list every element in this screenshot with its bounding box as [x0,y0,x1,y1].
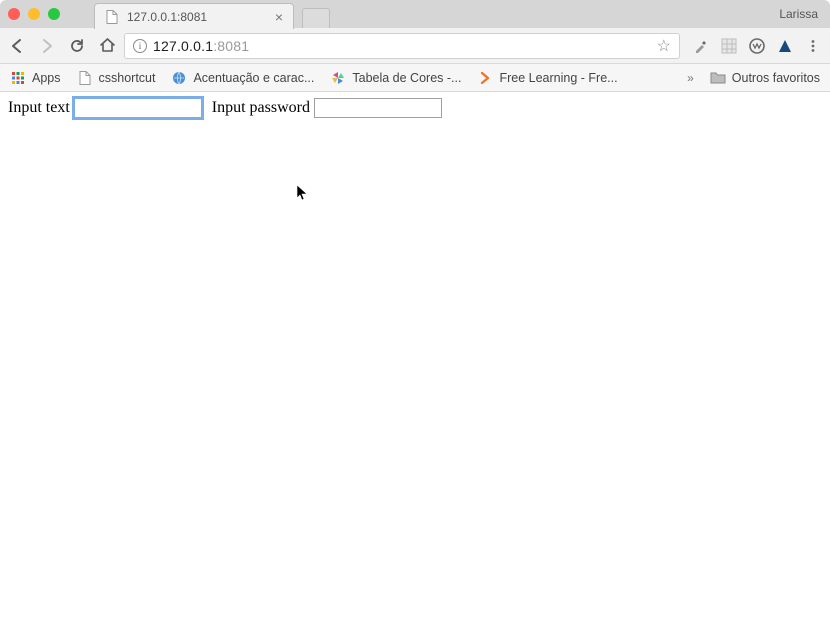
bookmark-label: Acentuação e carac... [193,71,314,85]
bookmark-item-free-learning[interactable]: Free Learning - Fre... [477,70,617,86]
other-bookmarks-folder[interactable]: Outros favoritos [710,70,820,86]
password-input[interactable] [314,98,442,118]
bookmark-item-csshortcut[interactable]: csshortcut [77,70,156,86]
bookmark-label: csshortcut [99,71,156,85]
text-input-label: Input text [8,99,70,117]
bookmark-item-acentuacao[interactable]: Acentuação e carac... [171,70,314,86]
file-icon [105,10,119,24]
new-tab-button[interactable] [302,8,330,28]
pinwheel-icon [330,70,346,86]
triangle-extension-icon[interactable] [776,37,794,55]
mouse-cursor-icon [296,184,310,202]
url-text: 127.0.0.1:8081 [153,38,249,54]
text-field-group: Input text [8,98,202,118]
back-button[interactable] [8,37,26,55]
bookmark-star-icon[interactable]: ☆ [657,36,671,56]
grid-extension-icon[interactable] [720,37,738,55]
url-port: :8081 [213,38,249,54]
chrome-menu-icon[interactable] [804,37,822,55]
wappalyzer-extension-icon[interactable] [748,37,766,55]
profile-name[interactable]: Larissa [779,7,822,21]
tab-title: 127.0.0.1:8081 [127,10,267,24]
text-input[interactable] [74,98,202,118]
password-input-label: Input password [212,99,310,117]
chevron-right-icon [477,70,493,86]
minimize-window-button[interactable] [28,8,40,20]
tab-strip: 127.0.0.1:8081 × Larissa [0,0,830,28]
bookmark-label: Tabela de Cores -... [352,71,461,85]
toolbar: i 127.0.0.1:8081 ☆ [0,28,830,64]
password-field-group: Input password [212,98,442,118]
address-bar[interactable]: i 127.0.0.1:8081 ☆ [124,33,680,59]
globe-icon [171,70,187,86]
reload-button[interactable] [68,37,86,55]
extension-icons [688,37,822,55]
close-window-button[interactable] [8,8,20,20]
apps-label: Apps [32,71,61,85]
bookmark-item-tabela-cores[interactable]: Tabela de Cores -... [330,70,461,86]
folder-icon [710,70,726,86]
window-controls [8,8,60,20]
file-icon [77,70,93,86]
browser-tab[interactable]: 127.0.0.1:8081 × [94,3,294,29]
bookmarks-bar: Apps csshortcut Acentuação e carac... Ta… [0,64,830,92]
nav-buttons [8,37,116,55]
apps-grid-icon [10,70,26,86]
eyedropper-extension-icon[interactable] [692,37,710,55]
url-host: 127.0.0.1 [153,38,213,54]
forward-button[interactable] [38,37,56,55]
apps-shortcut[interactable]: Apps [10,70,61,86]
page-content: Input text Input password [0,92,830,124]
zoom-window-button[interactable] [48,8,60,20]
tab-close-icon[interactable]: × [275,10,283,24]
home-button[interactable] [98,37,116,55]
bookmark-label: Free Learning - Fre... [499,71,617,85]
other-bookmarks-label: Outros favoritos [732,71,820,85]
bookmarks-overflow-icon[interactable]: » [687,71,694,85]
site-info-icon[interactable]: i [133,39,147,53]
